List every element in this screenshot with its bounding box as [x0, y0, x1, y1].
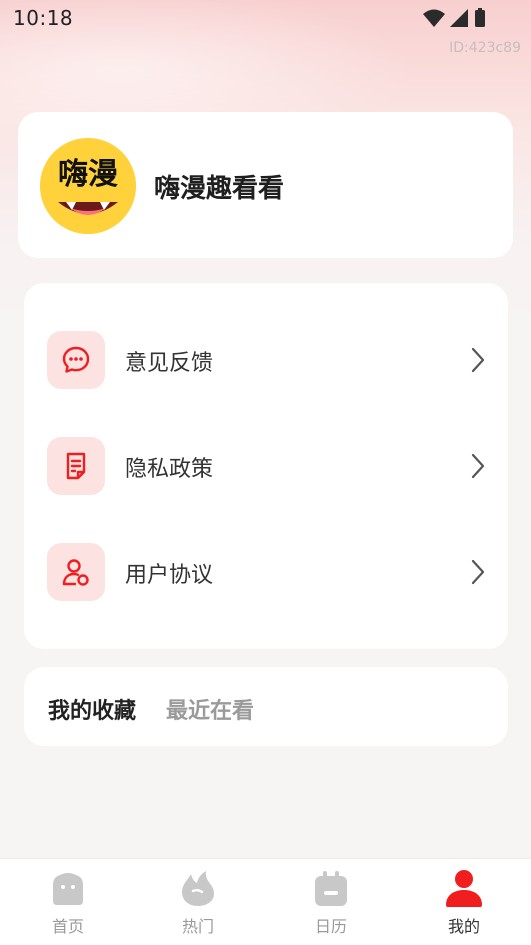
status-bar: 10:18 [0, 0, 531, 36]
bottom-tab-bar: 首页 热门 日历 我的 [0, 858, 531, 945]
menu-item-user-agreement[interactable]: 用户协议 [24, 527, 508, 617]
tab-home[interactable]: 首页 [2, 859, 134, 945]
status-icons [423, 8, 485, 27]
app-logo: 嗨漫 [40, 138, 136, 234]
feedback-chat-icon [62, 346, 90, 373]
fire-icon [182, 871, 214, 906]
menu-item-label: 用户协议 [125, 563, 214, 588]
user-agreement-icon [62, 559, 89, 586]
profile-card: 嗨漫 嗨漫趣看看 [18, 112, 513, 258]
profile-icon [446, 870, 482, 907]
menu-item-privacy[interactable]: 隐私政策 [24, 421, 508, 511]
signal-icon [450, 9, 468, 27]
tab-calendar[interactable]: 日历 [265, 859, 397, 945]
menu-item-label: 意见反馈 [125, 351, 214, 376]
menu-card: 意见反馈 隐私政策 用户协议 [24, 283, 508, 649]
chevron-right-icon [471, 559, 485, 585]
tab-profile[interactable]: 我的 [398, 859, 530, 945]
app-name: 嗨漫趣看看 [154, 174, 285, 204]
privacy-document-icon [66, 452, 86, 480]
tab-my-favorites[interactable]: 我的收藏 [48, 693, 136, 725]
user-id: ID:423c89 [449, 40, 521, 56]
menu-item-label: 隐私政策 [125, 457, 214, 482]
chevron-right-icon [471, 453, 485, 479]
tab-hot[interactable]: 热门 [132, 859, 264, 945]
avatar: 嗨漫 [40, 138, 136, 234]
battery-icon [475, 10, 485, 27]
tab-label: 日历 [314, 917, 347, 936]
tab-label: 热门 [181, 917, 214, 936]
home-icon [53, 873, 83, 905]
calendar-icon [315, 871, 347, 906]
status-time: 10:18 [13, 6, 74, 30]
favorites-card: 我的收藏 最近在看 [24, 667, 508, 746]
tab-label: 我的 [447, 917, 480, 936]
chevron-right-icon [471, 347, 485, 373]
avatar-logo-text: 嗨漫 [58, 157, 118, 192]
tab-recently-watched[interactable]: 最近在看 [166, 693, 254, 725]
tab-label: 首页 [51, 917, 84, 936]
menu-item-feedback[interactable]: 意见反馈 [24, 315, 508, 405]
wifi-icon [423, 9, 445, 27]
